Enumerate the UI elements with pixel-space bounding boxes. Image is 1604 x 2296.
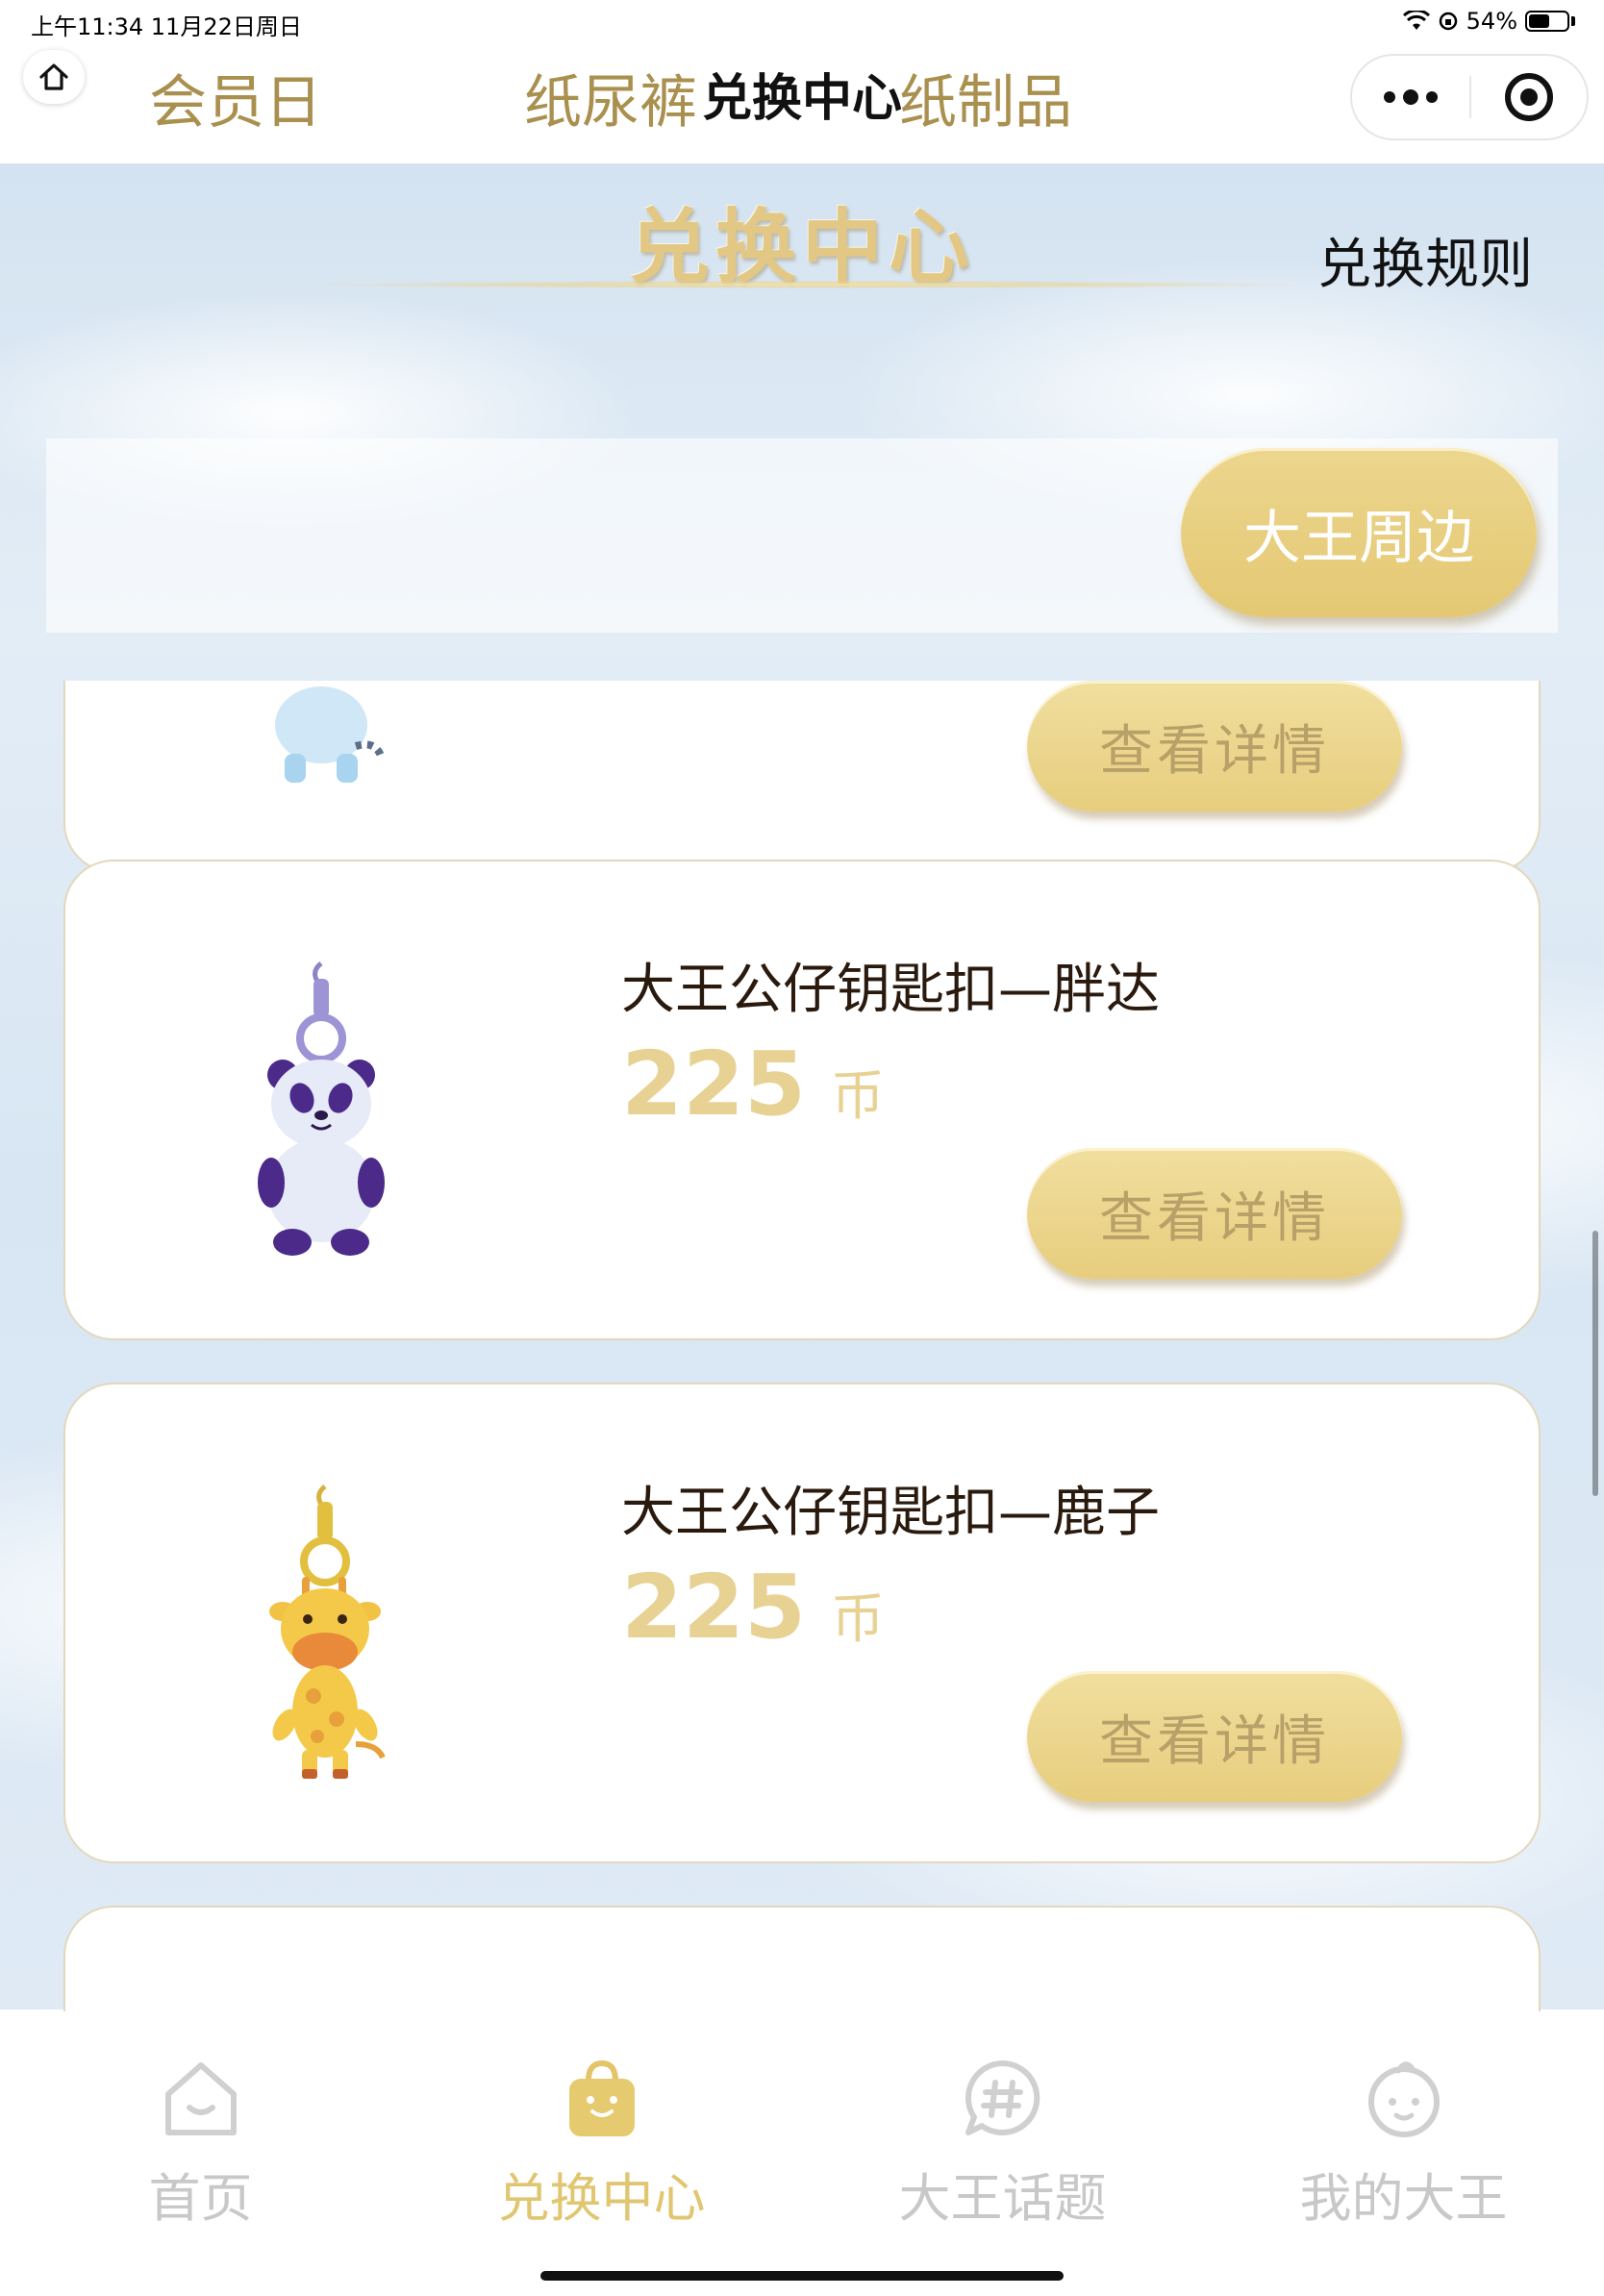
shopping-bag-icon: [568, 2059, 635, 2136]
exchange-center-page: 上午11:34 11月22日周日 54% 兑换中心 兑换中心 兑换规则 会员日 …: [0, 0, 1604, 2296]
panda-keychain-image: [258, 961, 385, 1256]
product-card[interactable]: [63, 1906, 1541, 2013]
tab-diapers[interactable]: 纸尿裤: [462, 0, 760, 194]
bottom-tab-exchange[interactable]: 兑换中心: [401, 2011, 802, 2229]
tab-paper-products[interactable]: 纸制品: [837, 0, 1135, 194]
bottom-tab-home[interactable]: 首页: [0, 2011, 401, 2229]
product-card[interactable]: 大王公仔钥匙扣—鹿子 225 币 查看详情: [63, 1383, 1541, 1863]
hashtag-icon: [965, 2059, 1040, 2135]
product-card[interactable]: 查看详情: [63, 681, 1541, 873]
tab-merchandise[interactable]: 大王周边: [1181, 448, 1537, 617]
bottom-tab-label: 兑换中心: [497, 2168, 706, 2229]
more-dot-icon: [1426, 91, 1438, 103]
price-unit: 币: [831, 1065, 886, 1128]
product-price: 225 币: [621, 1033, 885, 1136]
bottom-tab-label: 大王话题: [898, 2168, 1107, 2229]
product-card[interactable]: 大王公仔钥匙扣—胖达 225 币 查看详情: [63, 860, 1541, 1340]
scrollbar[interactable]: [1592, 1231, 1598, 1496]
product-price: 225 币: [621, 1556, 885, 1659]
mini-program-capsule: [1350, 54, 1589, 140]
product-list[interactable]: 查看详情 大王公仔钥匙扣—胖达 225 币 查看详情 大王公仔钥匙扣—鹿子 22…: [0, 681, 1604, 2013]
battery-icon: [1525, 11, 1569, 32]
bottom-tab-label: 首页: [148, 2168, 253, 2229]
battery-percent: 54%: [1466, 8, 1517, 35]
battery-fill: [1529, 14, 1549, 28]
wifi-icon: [1402, 11, 1430, 30]
bottom-tab-profile[interactable]: 我的大王: [1203, 2011, 1604, 2229]
home-indicator[interactable]: [540, 2271, 1064, 2281]
price-value: 225: [621, 1556, 807, 1659]
bottom-tab-label: 我的大王: [1299, 2168, 1508, 2229]
close-button[interactable]: [1471, 56, 1587, 138]
exchange-rules-link[interactable]: 兑换规则: [1317, 221, 1533, 299]
price-value: 225: [621, 1033, 807, 1136]
view-details-button[interactable]: 查看详情: [1027, 681, 1402, 811]
banner-glow-line: [317, 281, 1298, 288]
tiger-keychain-image: [275, 686, 385, 783]
bottom-tab-bar: 首页 兑换中心 大王话题 我的大王: [0, 2011, 1604, 2296]
more-dot-icon: [1384, 91, 1395, 103]
view-details-button[interactable]: 查看详情: [1027, 1671, 1402, 1802]
battery-cap: [1571, 16, 1575, 26]
more-dot-icon: [1403, 89, 1418, 105]
baby-face-icon: [1367, 2061, 1440, 2137]
tab-member-day[interactable]: 会员日: [87, 0, 385, 194]
giraffe-keychain-image: [269, 1485, 386, 1779]
close-target-icon: [1504, 73, 1553, 121]
product-name: 大王公仔钥匙扣—鹿子: [621, 1482, 1160, 1544]
price-unit: 币: [831, 1588, 886, 1651]
more-button[interactable]: [1352, 56, 1469, 138]
bottom-tab-topics[interactable]: 大王话题: [802, 2011, 1203, 2229]
product-name: 大王公仔钥匙扣—胖达: [621, 959, 1160, 1021]
home-icon: [164, 2062, 237, 2135]
orientation-lock-icon: [1439, 12, 1457, 31]
close-target-dot: [1519, 88, 1538, 106]
status-icons: 54%: [1402, 8, 1575, 35]
view-details-button[interactable]: 查看详情: [1027, 1148, 1402, 1279]
